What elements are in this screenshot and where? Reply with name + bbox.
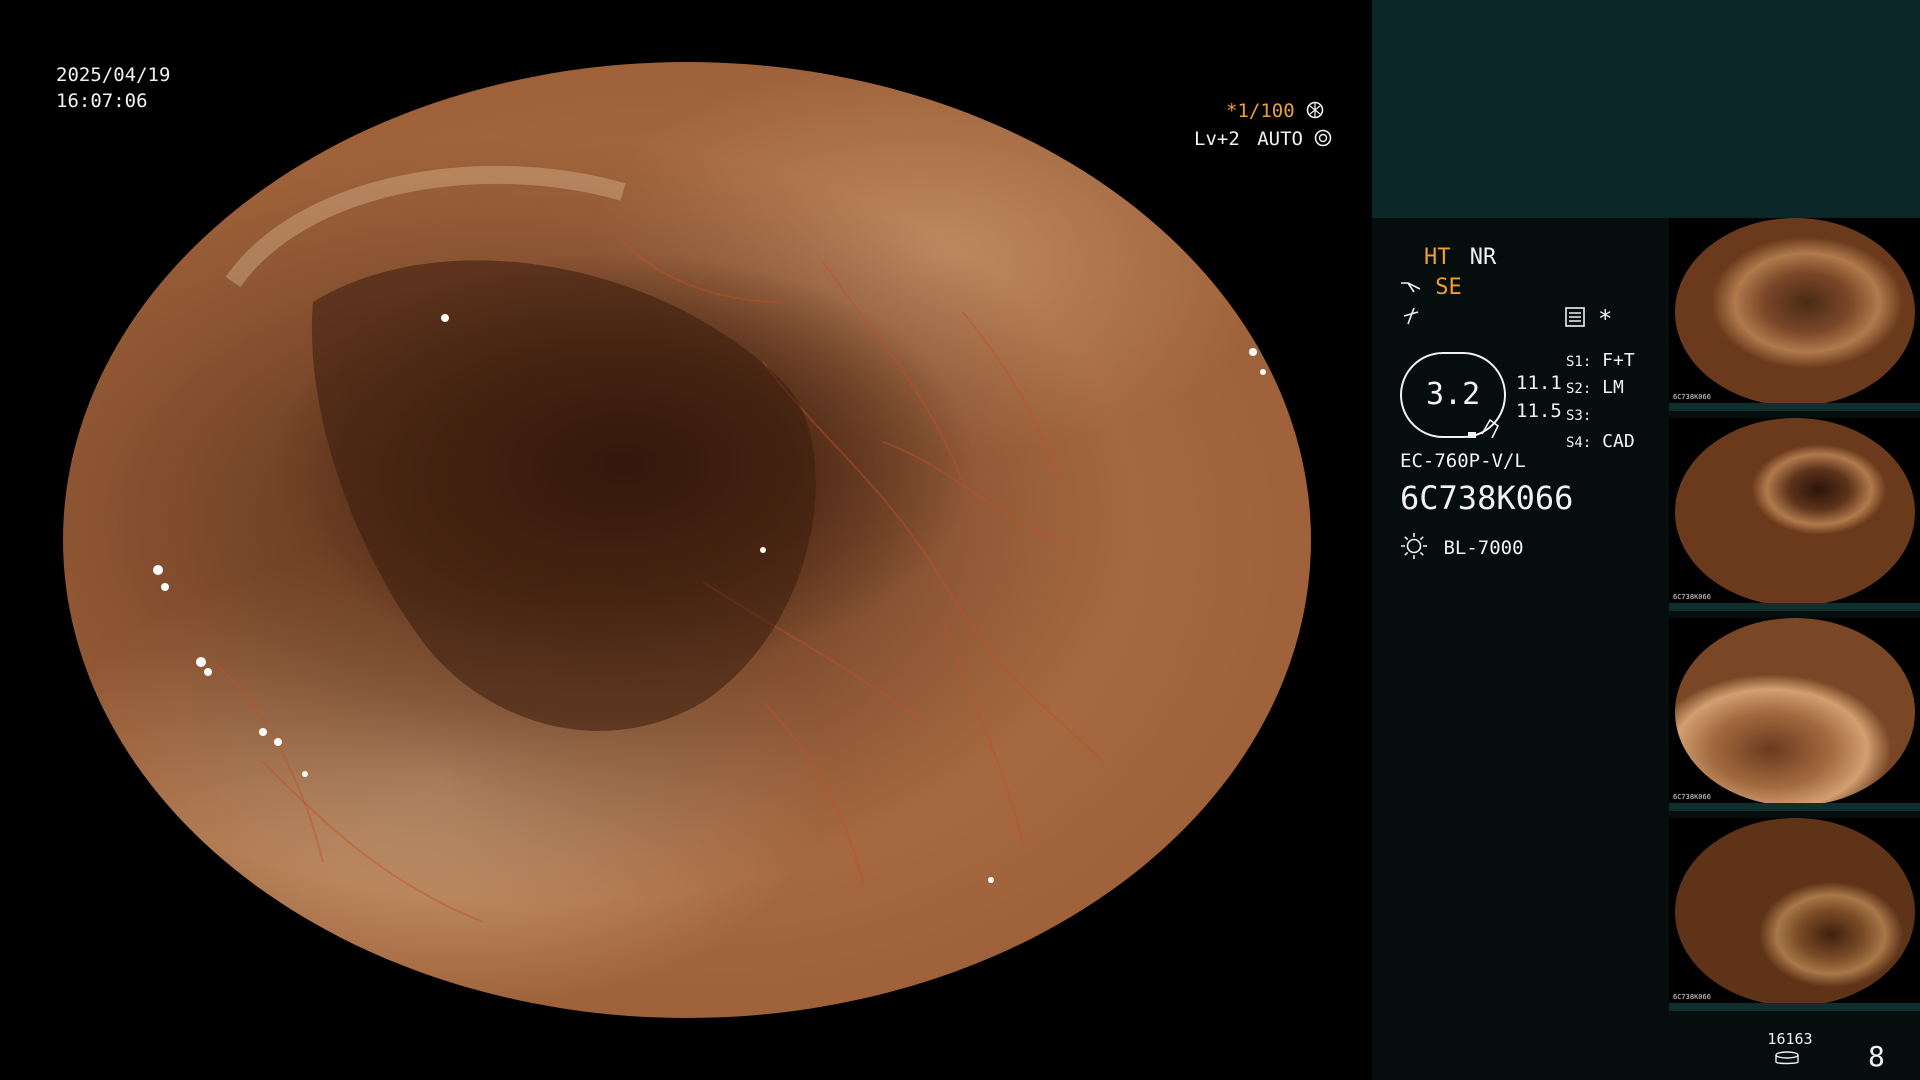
thumbnail-serial: 6C738K066 [1673,393,1711,401]
thumbnail-4[interactable]: 6C738K066 [1669,818,1920,1011]
date-label: 2025/04/19 [56,64,171,86]
aperture-icon [1306,100,1324,122]
bolt-icon [1402,306,1420,334]
thumbnail-serial: 6C738K066 [1673,593,1711,601]
scope-angle-icon [1400,275,1435,300]
switch-key: S1: [1566,354,1592,370]
thumbnail-3[interactable]: 6C738K066 [1669,618,1920,811]
asterisk-label: * [1598,305,1613,333]
thumbnail-image [1675,418,1915,606]
switch-key: S4: [1566,435,1592,451]
menu-list-icon [1564,306,1586,336]
scope-model: EC-760P-V/L [1400,450,1526,472]
time-label: 16:07:06 [56,90,148,112]
se-row: SE [1400,274,1462,301]
switch-row: S4: CAD [1566,429,1635,456]
ht-label: HT [1424,245,1451,270]
iris-label: AUTO [1257,128,1303,150]
switch-row: S2: LM [1566,375,1635,402]
info-panel: HT NR SE * 3.2 11.1 11.5 S1: F+T S2: LM … [1372,0,1920,1080]
switch-value: F+T [1602,350,1635,371]
value-b: 11.5 [1516,400,1562,422]
thumbnail-serial: 6C738K066 [1673,793,1711,801]
endoscope-image [63,62,1311,1018]
frame-count: 8 [1868,1040,1885,1073]
iris-icon [1314,128,1332,150]
value-a: 11.1 [1516,372,1562,394]
shutter-row: *1/100 [1226,98,1324,125]
scope-serial: 6C738K066 [1400,479,1574,517]
shutter-label: *1/100 [1226,100,1295,122]
thumbnail-caption-bar [1669,403,1920,411]
thumbnail-image [1675,818,1915,1006]
database-icon [1774,1048,1800,1075]
endoscope-viewport: 2025/04/19 16:07:06 *1/100 Lv+2 AUTO [0,0,1372,1080]
level-label: Lv+2 [1194,128,1240,150]
switch-list: S1: F+T S2: LM S3: S4: CAD [1566,348,1635,456]
record-count: 16163 [1767,1030,1813,1048]
light-source-row: BL-7000 [1400,532,1524,562]
dial-indicator [1468,412,1504,446]
switch-value: LM [1602,377,1624,398]
thumbnail-caption-bar [1669,803,1920,811]
thumbnail-image [1675,618,1915,806]
nr-label: NR [1469,245,1497,270]
thumbnail-caption-bar [1669,1003,1920,1011]
switch-key: S2: [1566,381,1592,397]
thumbnail-1[interactable]: 6C738K066 [1669,218,1920,411]
thumbnail-serial: 6C738K066 [1673,993,1711,1001]
mucosa-vessels [153,165,1266,923]
panel-header-area [1372,0,1920,218]
switch-row: S3: [1566,402,1635,429]
thumbnail-image [1675,218,1915,406]
light-icon [1400,533,1439,559]
switch-row: S1: F+T [1566,348,1635,375]
thumbnail-caption-bar [1669,603,1920,611]
switch-value: CAD [1602,431,1635,452]
light-source-label: BL-7000 [1443,537,1524,559]
switch-key: S3: [1566,408,1592,424]
exposure-row: Lv+2 AUTO [1194,126,1332,153]
thumbnail-2[interactable]: 6C738K066 [1669,418,1920,611]
enhancement-row: HT NR [1424,244,1496,271]
structure-value: 3.2 [1426,377,1481,412]
se-label: SE [1435,275,1462,300]
